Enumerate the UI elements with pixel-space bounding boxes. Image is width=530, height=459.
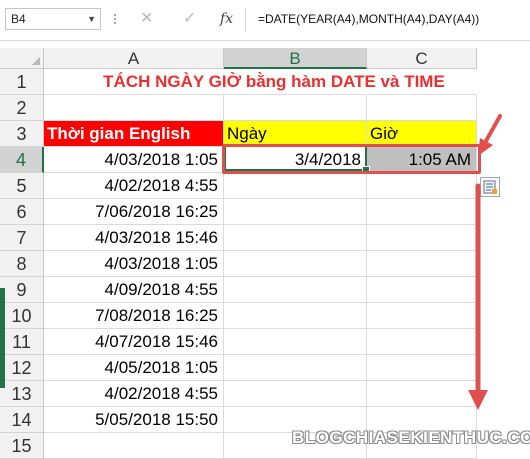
enter-icon[interactable]: ✓ (183, 9, 196, 29)
sheet-side-accent (0, 288, 5, 388)
formula-bar: B4 ▼ ✕ ✓ fx =DATE(YEAR(A4),MONTH(A4),DAY… (0, 0, 530, 41)
vertical-dots-icon[interactable] (112, 12, 118, 28)
formula-input[interactable]: =DATE(YEAR(A4),MONTH(A4),DAY(A4)) (258, 9, 479, 29)
chevron-down-icon[interactable]: ▼ (87, 9, 96, 29)
name-box-value: B4 (11, 12, 26, 26)
sheet-title: TÁCH NGÀY GIỜ bằng hàm DATE và TIME (103, 72, 445, 91)
quick-analysis-icon[interactable] (480, 177, 500, 197)
cancel-icon[interactable]: ✕ (140, 9, 153, 29)
insert-function-icon[interactable]: fx (220, 9, 233, 29)
highlight-rectangle (222, 144, 481, 174)
formula-bar-divider (245, 8, 246, 32)
name-box[interactable]: B4 ▼ (5, 8, 101, 30)
watermark-text: BLOGCHIASEKIENTHUC.COM (292, 428, 530, 447)
